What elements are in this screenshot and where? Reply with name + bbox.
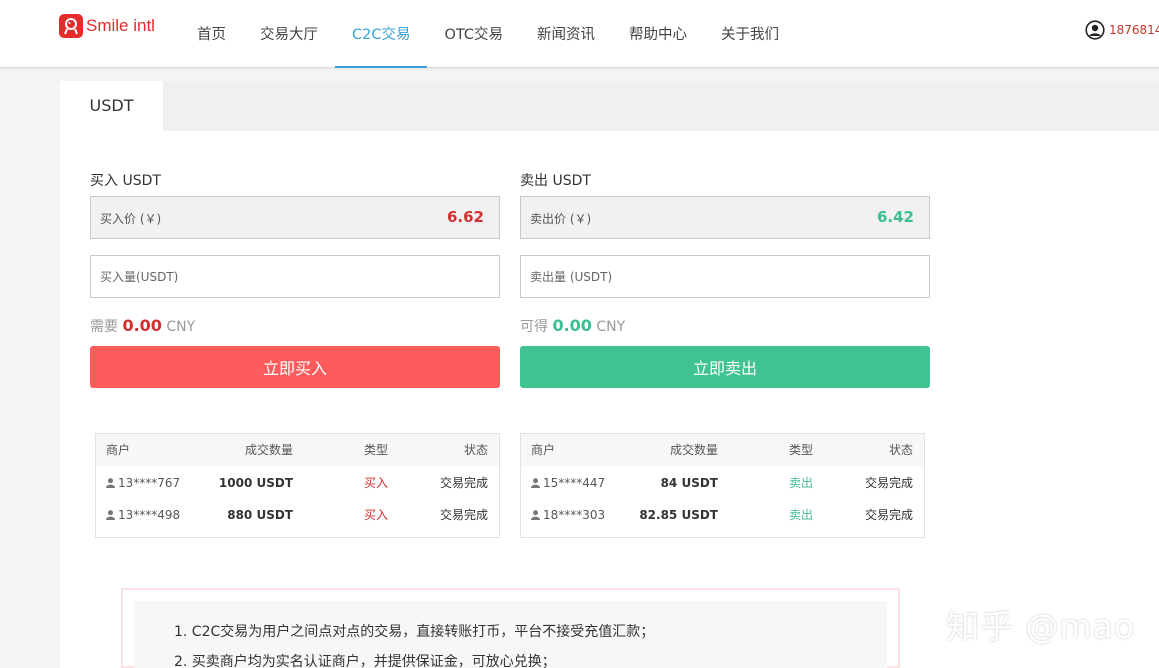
person-icon [531, 510, 540, 520]
watermark: 知乎 @mao [946, 607, 1136, 646]
nav-item-help[interactable]: 帮助中心 [612, 0, 704, 68]
header-type: 类型 [789, 443, 814, 457]
sell-title: 卖出 USDT [520, 173, 591, 189]
notice-line: 2. 买卖商户均为实名认证商户，并提供保证金，可放心兑换； [174, 654, 556, 668]
nav-item-news[interactable]: 新闻资讯 [520, 0, 612, 68]
user-name: 1876814 [1109, 23, 1159, 37]
coin-tabbar: USDT [60, 81, 1159, 131]
notice-box: 1. C2C交易为用户之间点对点的交易，直接转账打币，平台不接受充值汇款； 2.… [121, 588, 900, 668]
nav-item-otc[interactable]: OTC交易 [427, 0, 520, 68]
table-row: 13****767 1000 USDT 买入 交易完成 [96, 467, 499, 499]
type-cell: 卖出 [789, 476, 814, 490]
buy-price-value: 6.62 [446, 208, 484, 226]
merchant-cell: 13****498 [106, 499, 180, 531]
nav-item-home[interactable]: 首页 [180, 0, 243, 68]
buy-total-value: 0.00 [122, 316, 162, 335]
type-cell: 卖出 [789, 508, 814, 522]
merchant-id: 13****498 [118, 508, 181, 522]
buy-total-prefix: 需要 [90, 319, 118, 335]
person-icon [531, 478, 540, 488]
top-header: Smile intl 首页 交易大厅 C2C交易 OTC交易 新闻资讯 帮助中心… [0, 0, 1159, 68]
sell-price-value: 6.42 [876, 208, 914, 226]
table-row: 15****447 84 USDT 卖出 交易完成 [521, 467, 924, 499]
table-header: 商户 成交数量 类型 状态 [521, 434, 924, 466]
sell-total-prefix: 可得 [520, 319, 548, 335]
nav-item-c2c[interactable]: C2C交易 [335, 0, 428, 68]
amount-cell: 82.85 USDT [639, 508, 718, 522]
header-amount: 成交数量 [244, 443, 293, 457]
merchant-id: 18****303 [543, 508, 606, 522]
amount-cell: 1000 USDT [218, 476, 293, 490]
table-header: 商户 成交数量 类型 状态 [96, 434, 499, 466]
nav-item-trading-hall[interactable]: 交易大厅 [243, 0, 335, 68]
sell-amount-input[interactable] [520, 255, 930, 298]
person-icon [106, 510, 115, 520]
status-cell: 交易完成 [864, 508, 913, 522]
merchant-cell: 15****447 [531, 467, 605, 499]
merchant-cell: 13****767 [106, 467, 180, 499]
user-circle-icon [1085, 20, 1105, 40]
sell-total-unit: CNY [596, 319, 626, 335]
header-merchant: 商户 [106, 443, 131, 457]
buy-total-unit: CNY [166, 319, 196, 335]
merchant-id: 13****767 [118, 476, 181, 490]
header-status: 状态 [463, 443, 488, 457]
header-amount: 成交数量 [669, 443, 718, 457]
merchant-cell: 18****303 [531, 499, 605, 531]
main-nav: 首页 交易大厅 C2C交易 OTC交易 新闻资讯 帮助中心 关于我们 [180, 0, 796, 68]
user-menu[interactable]: 1876814 [1085, 20, 1159, 40]
table-row: 13****498 880 USDT 买入 交易完成 [96, 499, 499, 531]
buy-now-button[interactable]: 立即买入 [90, 346, 500, 388]
table-row: 18****303 82.85 USDT 卖出 交易完成 [521, 499, 924, 531]
c2c-panel: USDT 买入 USDT 买入价 (￥) 6.62 需要 0.00 CNY 立即… [60, 81, 1159, 668]
sell-now-button[interactable]: 立即卖出 [520, 346, 930, 388]
buy-price-box: 买入价 (￥) 6.62 [90, 196, 500, 239]
type-cell: 买入 [364, 476, 389, 490]
merchant-id: 15****447 [543, 476, 606, 490]
sell-price-box: 卖出价 (￥) 6.42 [520, 196, 930, 239]
sell-orders-table: 商户 成交数量 类型 状态 15****447 84 USDT 卖出 交易完成 … [520, 433, 925, 538]
buy-price-label: 买入价 (￥) [100, 212, 162, 226]
nav-item-about[interactable]: 关于我们 [704, 0, 796, 68]
amount-cell: 880 USDT [227, 508, 293, 522]
logo-icon [59, 14, 83, 38]
status-cell: 交易完成 [439, 476, 488, 490]
tab-usdt[interactable]: USDT [60, 81, 163, 131]
sell-price-label: 卖出价 (￥) [530, 212, 592, 226]
notice-content: 1. C2C交易为用户之间点对点的交易，直接转账打币，平台不接受充值汇款； 2.… [134, 601, 887, 668]
header-status: 状态 [888, 443, 913, 457]
buy-title: 买入 USDT [90, 173, 161, 189]
brand-logo[interactable]: Smile intl [59, 14, 155, 38]
header-type: 类型 [364, 443, 389, 457]
header-merchant: 商户 [531, 443, 556, 457]
amount-cell: 84 USDT [660, 476, 718, 490]
status-cell: 交易完成 [864, 476, 913, 490]
sell-total-value: 0.00 [552, 316, 592, 335]
person-icon [106, 478, 115, 488]
notice-line: 1. C2C交易为用户之间点对点的交易，直接转账打币，平台不接受充值汇款； [174, 624, 655, 640]
buy-amount-input[interactable] [90, 255, 500, 298]
buy-total: 需要 0.00 CNY [90, 316, 195, 336]
buy-orders-table: 商户 成交数量 类型 状态 13****767 1000 USDT 买入 交易完… [95, 433, 500, 538]
sell-total: 可得 0.00 CNY [520, 316, 625, 336]
brand-name: Smile intl [86, 16, 155, 35]
type-cell: 买入 [364, 508, 389, 522]
status-cell: 交易完成 [439, 508, 488, 522]
